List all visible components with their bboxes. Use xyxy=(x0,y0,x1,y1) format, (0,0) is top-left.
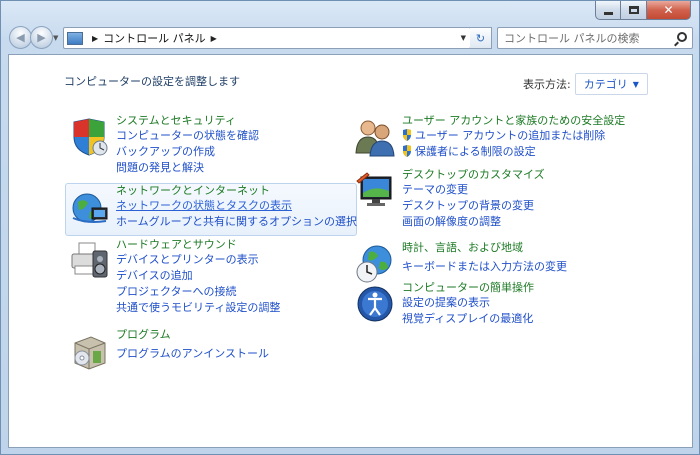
programs-box-icon xyxy=(74,336,106,370)
category-title[interactable]: デスクトップのカスタマイズ xyxy=(402,167,545,182)
close-button[interactable]: ✕ xyxy=(647,1,691,20)
breadcrumb-separator-icon[interactable]: ▶ xyxy=(211,34,217,43)
forward-button[interactable]: ▶ xyxy=(30,26,53,49)
network-globe-icon xyxy=(72,193,108,223)
arrow-left-icon: ◀ xyxy=(16,31,25,44)
search-input[interactable] xyxy=(504,31,664,45)
chevron-down-icon: ▼ xyxy=(632,79,639,89)
search-icon[interactable] xyxy=(677,32,687,42)
category-title[interactable]: コンピューターの簡単操作 xyxy=(402,280,534,295)
link-parental-controls[interactable]: 保護者による制限の設定 xyxy=(415,145,536,158)
category-user-accounts: ユーザー アカウントと家族のための安全設定 ユーザー アカウントの追加または削除… xyxy=(351,113,651,161)
link-network-status-tasks[interactable]: ネットワークの状態とタスクの表示 xyxy=(116,198,357,214)
control-panel-content: コンピューターの設定を調整します 表示方法: カテゴリ ▼ システムとセキュリテ… xyxy=(8,54,693,448)
page-title: コンピューターの設定を調整します xyxy=(64,75,240,88)
caption-buttons: ✕ xyxy=(595,1,691,20)
category-ease-of-access: コンピューターの簡単操作 設定の提案の表示 視覚ディスプレイの最適化 xyxy=(351,280,651,330)
link-adjust-resolution[interactable]: 画面の解像度の調整 xyxy=(402,214,545,230)
uac-shield-icon xyxy=(403,145,411,157)
view-by-value: カテゴリ xyxy=(583,78,628,91)
category-desktop-personalization: デスクトップのカスタマイズ テーマの変更 デスクトップの背景の変更 画面の解像度… xyxy=(351,167,651,229)
category-hardware-sound: ハードウェアとサウンド デバイスとプリンターの表示 デバイスの追加 プロジェクタ… xyxy=(65,237,355,317)
link-view-devices-printers[interactable]: デバイスとプリンターの表示 xyxy=(116,252,280,268)
desktop-personalize-icon xyxy=(356,172,392,206)
category-programs: プログラム プログラムのアンインストール xyxy=(65,327,355,370)
link-add-remove-user-accounts[interactable]: ユーザー アカウントの追加または削除 xyxy=(415,129,605,142)
view-by-dropdown[interactable]: カテゴリ ▼ xyxy=(574,73,648,95)
address-dropdown-icon[interactable]: ▼ xyxy=(461,34,466,42)
ease-of-access-icon xyxy=(357,286,393,322)
address-bar[interactable]: ▶ コントロール パネル ▶ ▼ xyxy=(63,27,471,49)
users-icon xyxy=(355,120,395,157)
recent-pages-dropdown[interactable]: ▼ xyxy=(53,34,58,42)
navigation-bar: ◀ ▶ ▼ ▶ コントロール パネル ▶ ▼ ↻ xyxy=(1,25,699,51)
link-add-device[interactable]: デバイスの追加 xyxy=(116,268,280,284)
link-check-computer-status[interactable]: コンピューターの状態を確認 xyxy=(116,128,259,144)
link-mobility-settings[interactable]: 共通で使うモビリティ設定の調整 xyxy=(116,300,280,316)
view-by: 表示方法: カテゴリ ▼ xyxy=(523,73,648,95)
refresh-button[interactable]: ↻ xyxy=(470,27,492,49)
minimize-button[interactable] xyxy=(595,1,621,20)
category-title[interactable]: 時計、言語、および地域 xyxy=(402,240,567,255)
search-box[interactable] xyxy=(497,27,693,49)
uac-shield-icon xyxy=(403,129,411,141)
globe-clock-icon xyxy=(356,245,392,283)
category-title[interactable]: ネットワークとインターネット xyxy=(116,183,357,198)
category-network-internet[interactable]: ネットワークとインターネット ネットワークの状態とタスクの表示 ホームグループと… xyxy=(65,183,357,236)
window-frame: ✕ ◀ ▶ ▼ ▶ コントロール パネル ▶ ▼ ↻ コンピューターの設定を調整… xyxy=(0,0,700,455)
link-change-desktop-background[interactable]: デスクトップの背景の変更 xyxy=(402,198,545,214)
link-homegroup-sharing-options[interactable]: ホームグループと共有に関するオプションの選択 xyxy=(116,214,357,230)
printer-icon xyxy=(71,242,108,278)
link-find-fix-problems[interactable]: 問題の発見と解決 xyxy=(116,160,259,176)
minimize-icon xyxy=(603,11,613,15)
category-clock-language-region: 時計、言語、および地域 キーボードまたは入力方法の変更 xyxy=(351,240,651,284)
breadcrumb-separator-icon[interactable]: ▶ xyxy=(92,34,98,43)
breadcrumb-control-panel[interactable]: コントロール パネル xyxy=(103,30,206,46)
maximize-icon xyxy=(628,6,639,14)
arrow-right-icon: ▶ xyxy=(37,31,46,44)
category-title[interactable]: システムとセキュリティ xyxy=(116,113,259,128)
link-connect-projector[interactable]: プロジェクターへの接続 xyxy=(116,284,280,300)
category-title[interactable]: ハードウェアとサウンド xyxy=(116,237,280,252)
shield-icon xyxy=(73,118,108,156)
refresh-icon: ↻ xyxy=(475,31,486,45)
back-button[interactable]: ◀ xyxy=(9,26,32,49)
view-by-label: 表示方法: xyxy=(523,78,571,91)
close-icon: ✕ xyxy=(663,3,674,17)
control-panel-icon xyxy=(67,31,83,45)
link-suggested-settings[interactable]: 設定の提案の表示 xyxy=(402,295,534,311)
category-title[interactable]: ユーザー アカウントと家族のための安全設定 xyxy=(402,113,625,128)
link-create-backup[interactable]: バックアップの作成 xyxy=(116,144,259,160)
link-optimize-visual-display[interactable]: 視覚ディスプレイの最適化 xyxy=(402,311,534,327)
maximize-button[interactable] xyxy=(621,1,647,20)
link-change-keyboard-input[interactable]: キーボードまたは入力方法の変更 xyxy=(402,259,567,275)
category-title[interactable]: プログラム xyxy=(116,327,269,342)
link-change-theme[interactable]: テーマの変更 xyxy=(402,182,545,198)
category-system-security: システムとセキュリティ コンピューターの状態を確認 バックアップの作成 問題の発… xyxy=(65,113,355,174)
link-uninstall-program[interactable]: プログラムのアンインストール xyxy=(116,346,269,362)
